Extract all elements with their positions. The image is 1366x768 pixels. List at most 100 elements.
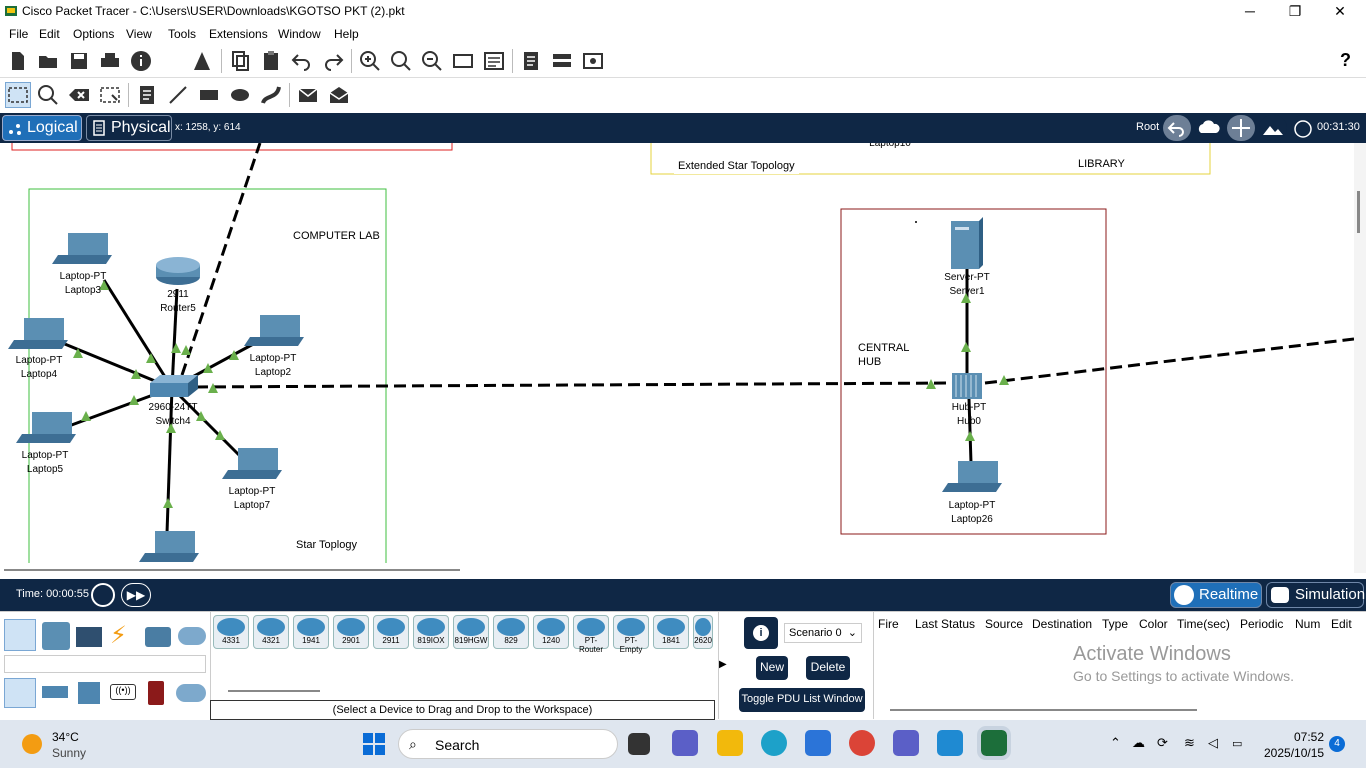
teams-chat-icon[interactable] — [672, 730, 698, 756]
hub-icon[interactable] — [952, 373, 982, 399]
scenario-info-icon[interactable]: i — [744, 617, 778, 649]
pdu-list-scrollbar[interactable] — [890, 709, 1197, 711]
device-model-4321[interactable]: 4321 — [253, 615, 289, 649]
device-model-829[interactable]: 829 — [493, 615, 529, 649]
new-scenario-button[interactable]: New — [756, 656, 788, 680]
routers-subcategory-icon[interactable] — [4, 678, 36, 708]
pdu-col-last-status[interactable]: Last Status — [915, 617, 975, 631]
laptop-icon[interactable] — [222, 448, 282, 479]
laptop-icon[interactable] — [244, 315, 304, 346]
cloud-sync-icon[interactable]: ☁ — [1132, 735, 1145, 751]
scrollbar-thumb[interactable] — [1357, 191, 1360, 233]
laptop-icon[interactable] — [16, 412, 76, 443]
switch-icon[interactable] — [150, 375, 198, 397]
device-model-2901[interactable]: 2901 — [333, 615, 369, 649]
help-button[interactable]: ? — [1340, 50, 1351, 71]
volume-icon[interactable]: ◁ — [1208, 735, 1218, 751]
update-icon[interactable]: ⟳ — [1157, 735, 1168, 751]
cluster-icon[interactable] — [550, 49, 574, 73]
taskbar-search-box[interactable]: ⌕ Search — [398, 729, 618, 759]
set-background-icon[interactable] — [1259, 115, 1287, 141]
device-model-2620[interactable]: 2620 — [693, 615, 713, 649]
device-model-pt-empty[interactable]: PT-Empty — [613, 615, 649, 654]
place-note-icon[interactable] — [135, 83, 159, 107]
freeform-icon[interactable] — [259, 83, 283, 107]
menu-file[interactable]: File — [9, 27, 28, 41]
notification-badge[interactable]: 4 — [1329, 736, 1345, 752]
menu-options[interactable]: Options — [73, 27, 114, 41]
menu-tools[interactable]: Tools — [168, 27, 196, 41]
toggle-pdu-list-button[interactable]: Toggle PDU List Window — [739, 688, 865, 712]
add-simple-pdu-icon[interactable] — [296, 83, 320, 107]
task-view-icon[interactable] — [628, 733, 650, 755]
draw-line-icon[interactable] — [166, 83, 190, 107]
sun-weather-icon[interactable] — [22, 734, 42, 754]
open-folder-icon[interactable] — [36, 49, 60, 73]
pdu-col-fire[interactable]: Fire — [878, 617, 899, 631]
microsoft-store-icon[interactable] — [805, 730, 831, 756]
device-model-819hgw[interactable]: 819HGW — [453, 615, 489, 649]
device-model-2911[interactable]: 2911 — [373, 615, 409, 649]
new-cluster-icon[interactable] — [1195, 115, 1223, 141]
zoom-out-icon[interactable] — [420, 49, 444, 73]
logical-view-button[interactable]: Logical — [2, 115, 82, 141]
computer-lab-note[interactable]: COMPUTER LAB — [289, 228, 384, 244]
save-icon[interactable] — [67, 49, 91, 73]
simulation-button[interactable]: Simulation — [1266, 582, 1365, 608]
back-icon[interactable] — [1163, 115, 1191, 141]
workspace-vertical-scrollbar[interactable] — [1354, 143, 1366, 573]
inspect-icon[interactable] — [36, 83, 60, 107]
scrollbar-thumb[interactable] — [4, 569, 460, 571]
copy-icon[interactable] — [228, 49, 252, 73]
draw-ellipse-icon[interactable] — [228, 83, 252, 107]
model-list-scrollbar[interactable] — [228, 690, 320, 692]
miscellaneous-category-icon[interactable] — [145, 627, 171, 647]
device-model-1240[interactable]: 1240 — [533, 615, 569, 649]
teams-icon[interactable] — [893, 730, 919, 756]
menu-extensions[interactable]: Extensions — [209, 27, 268, 41]
close-button[interactable]: ✕ — [1320, 2, 1360, 22]
laptop-icon[interactable] — [139, 531, 199, 562]
resize-shape-icon[interactable] — [98, 83, 122, 107]
server-icon[interactable] — [951, 217, 983, 269]
paste-icon[interactable] — [259, 49, 283, 73]
extended-star-note[interactable]: Extended Star Topology — [674, 158, 799, 174]
taskbar-clock-date[interactable]: 2025/10/15 — [1264, 746, 1324, 760]
physical-view-button[interactable]: Physical — [86, 115, 172, 141]
pdu-col-color[interactable]: Color — [1139, 617, 1168, 631]
components-category-icon[interactable] — [76, 627, 102, 647]
pdu-col-num[interactable]: Num — [1295, 617, 1320, 631]
device-model-1941[interactable]: 1941 — [293, 615, 329, 649]
device-model-1841[interactable]: 1841 — [653, 615, 689, 649]
library-note[interactable]: LIBRARY — [1074, 156, 1129, 172]
power-cycle-icon[interactable] — [91, 583, 115, 607]
hubs-subcategory-icon[interactable] — [78, 682, 100, 704]
battery-icon[interactable]: ▭ — [1232, 737, 1242, 750]
collapse-arrow-icon[interactable]: ▶ — [718, 611, 734, 719]
custom-device-dialog-icon[interactable] — [482, 49, 506, 73]
chrome-browser-icon[interactable] — [849, 730, 875, 756]
device-model-pt-router[interactable]: PT-Router — [573, 615, 609, 654]
add-complex-pdu-icon[interactable] — [327, 83, 351, 107]
crossover-cable[interactable] — [984, 337, 1354, 385]
central-hub-note[interactable]: CENTRAL HUB — [854, 339, 909, 371]
pdu-col-source[interactable]: Source — [985, 617, 1023, 631]
router-icon[interactable] — [156, 257, 200, 285]
wifi-icon[interactable]: ≋ — [1184, 735, 1195, 751]
viewport-icon[interactable] — [1291, 115, 1315, 141]
print-icon[interactable] — [98, 49, 122, 73]
multiuser-category-icon[interactable] — [178, 627, 206, 645]
connections-category-icon[interactable]: ⚡ — [110, 622, 136, 650]
taskbar-clock-time[interactable]: 07:52 — [1294, 730, 1324, 744]
draw-rectangle-icon[interactable] — [197, 83, 221, 107]
fast-forward-icon[interactable]: ▶▶ — [121, 583, 151, 607]
show-hidden-icons-icon[interactable]: ⌃ — [1110, 735, 1121, 751]
realtime-button[interactable]: Realtime — [1170, 582, 1262, 608]
drawing-palette-icon[interactable] — [451, 49, 475, 73]
scenario-select[interactable]: Scenario 0 ⌄ — [784, 623, 862, 643]
security-subcategory-icon[interactable] — [148, 681, 164, 705]
network-devices-category-icon[interactable] — [4, 619, 36, 651]
vscode-icon[interactable] — [937, 730, 963, 756]
notes-icon[interactable] — [519, 49, 543, 73]
maximize-button[interactable]: ❐ — [1275, 2, 1315, 22]
